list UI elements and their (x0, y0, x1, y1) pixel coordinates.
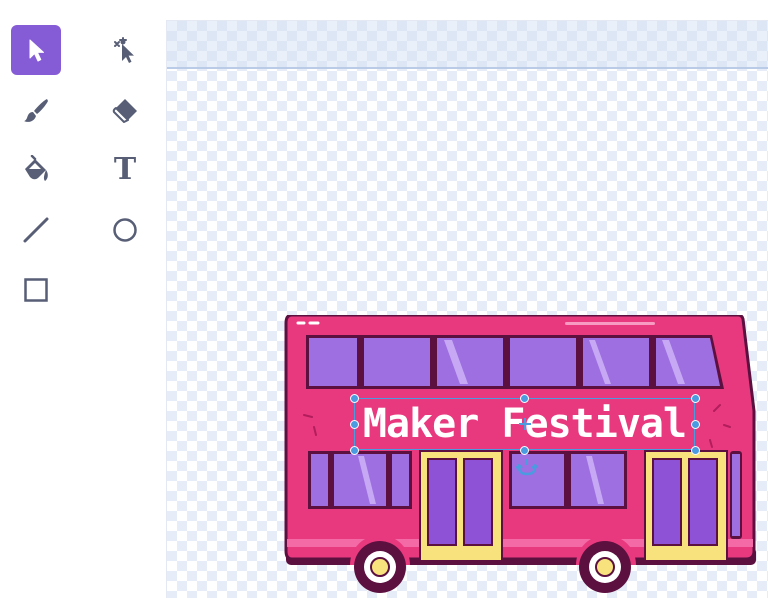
text-icon: T (113, 152, 137, 187)
rectangle-icon (24, 278, 48, 302)
eraser-icon (112, 99, 137, 123)
tool-palette: T (0, 0, 166, 597)
resize-handle-top-middle[interactable] (520, 394, 529, 403)
resize-handle-middle-left[interactable] (350, 420, 359, 429)
line-tool-button[interactable] (11, 205, 61, 255)
text-tool-button[interactable]: T (100, 145, 150, 195)
resize-handle-top-right[interactable] (691, 394, 700, 403)
resize-handle-middle-right[interactable] (691, 420, 700, 429)
move-center-icon[interactable] (519, 418, 531, 430)
circle-tool-button[interactable] (100, 205, 150, 255)
select-tool-button[interactable] (11, 25, 61, 75)
reshape-tool-button[interactable] (100, 25, 150, 75)
resize-handle-top-left[interactable] (350, 394, 359, 403)
paint-bucket-icon (25, 155, 48, 181)
bus-costume-image (284, 315, 756, 593)
brush-icon (24, 99, 48, 122)
rectangle-tool-button[interactable] (11, 265, 61, 315)
reshape-pointer-icon (114, 37, 134, 63)
resize-handle-bottom-middle[interactable] (520, 446, 529, 455)
circle-icon (113, 218, 137, 242)
brush-tool-button[interactable] (11, 85, 61, 135)
resize-handle-bottom-right[interactable] (691, 446, 700, 455)
canvas-overflow-band (167, 21, 768, 69)
fill-tool-button[interactable] (11, 145, 61, 195)
eraser-tool-button[interactable] (100, 85, 150, 135)
line-icon (23, 217, 49, 243)
rotate-handle-icon[interactable] (516, 459, 538, 477)
arrow-pointer-icon (29, 39, 44, 62)
resize-handle-bottom-left[interactable] (350, 446, 359, 455)
paint-canvas[interactable]: Maker Festival (166, 20, 768, 598)
